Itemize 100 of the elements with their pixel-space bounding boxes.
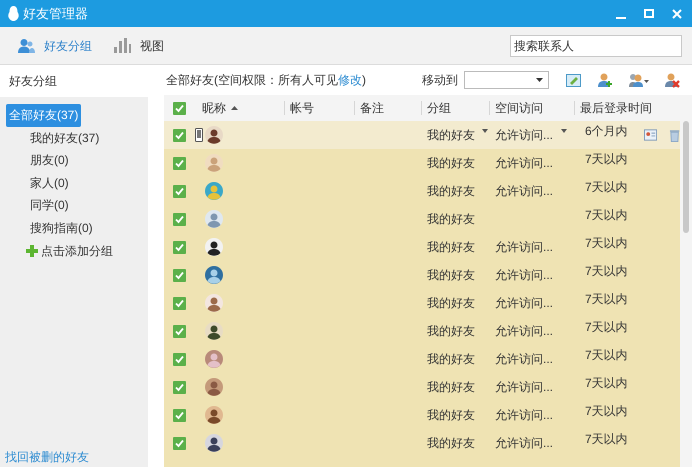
close-icon[interactable] <box>672 8 682 18</box>
table-cell-text: 7天以内 <box>585 263 628 280</box>
table-cell-text: 允许访问... <box>495 127 554 144</box>
group-item[interactable]: 同学(0) <box>30 194 69 216</box>
table-cell-text: 允许访问... <box>495 295 554 312</box>
table-cell-text: 我的好友 <box>427 155 475 172</box>
table-cell-text: 我的好友 <box>427 379 475 396</box>
table-cell-text: 7天以内 <box>585 431 628 448</box>
checkbox[interactable] <box>172 156 186 170</box>
table-cell-text: 我的好友 <box>427 435 475 452</box>
checkbox[interactable] <box>172 296 186 310</box>
add-group-link[interactable]: 点击添加分组 <box>41 242 113 260</box>
column-header[interactable]: 备注 <box>360 99 384 117</box>
scrollbar-thumb[interactable] <box>683 121 689 233</box>
avatar <box>205 238 223 256</box>
table-cell-text: 我的好友 <box>427 323 475 340</box>
avatar <box>205 126 223 144</box>
table-cell-text: 我的好友 <box>427 127 475 144</box>
contacts-menu-icon[interactable] <box>628 72 649 88</box>
toolbar-tab[interactable]: 好友分组 <box>18 36 92 54</box>
group-item[interactable]: 朋友(0) <box>30 149 69 172</box>
table-cell-text: 7天以内 <box>585 403 628 420</box>
table-cell-text: 允许访问... <box>495 323 554 340</box>
table-cell-text: 7天以内 <box>585 179 628 196</box>
edit-link[interactable]: 修改 <box>338 73 362 87</box>
checkbox[interactable] <box>172 436 186 450</box>
checkbox[interactable] <box>172 184 186 198</box>
table-cell-text: 允许访问... <box>495 183 554 200</box>
caret-icon <box>536 78 543 82</box>
avatar <box>205 434 223 452</box>
table-cell-text: 7天以内 <box>585 319 628 336</box>
scrollbar[interactable] <box>680 95 692 467</box>
checkbox[interactable] <box>172 102 186 114</box>
group-item[interactable]: 我的好友(37) <box>30 126 100 149</box>
column-header[interactable]: 空间访问 <box>495 99 543 117</box>
checkbox[interactable] <box>172 324 186 338</box>
group-item[interactable]: 搜狗指南(0) <box>30 216 93 239</box>
contact-card-icon[interactable] <box>644 129 657 141</box>
move-to-dropdown[interactable] <box>464 71 549 89</box>
move-to-label: 移动到 <box>422 72 458 89</box>
remove-contact-icon[interactable] <box>665 72 680 88</box>
table-cell-text: 我的好友 <box>427 239 475 256</box>
table-cell-text: 我的好友 <box>427 407 475 424</box>
table-cell-text: 允许访问... <box>495 407 554 424</box>
search-field[interactable]: 搜索联系人 <box>510 34 682 56</box>
avatar <box>205 350 223 368</box>
maximize-icon[interactable] <box>644 9 654 18</box>
column-header[interactable]: 分组 <box>427 99 451 117</box>
permission-summary: 全部好友(空间权限：所有人可见修改) <box>166 72 366 89</box>
avatar <box>205 154 223 172</box>
contacts-icon <box>18 38 35 53</box>
caret-icon[interactable] <box>561 129 568 133</box>
window-title: 好友管理器 <box>23 4 88 23</box>
avatar <box>205 294 223 312</box>
table-cell-text: 7天以内 <box>585 291 628 308</box>
checkbox[interactable] <box>172 212 186 226</box>
table-cell-text: 允许访问... <box>495 267 554 284</box>
table-cell-text: 7天以内 <box>585 207 628 224</box>
trash-icon[interactable] <box>668 128 680 142</box>
column-header[interactable]: 昵称 <box>202 99 238 117</box>
column-header[interactable]: 最后登录时间 <box>580 99 652 117</box>
checkbox[interactable] <box>172 408 186 422</box>
checkbox[interactable] <box>172 268 186 282</box>
table-cell-text: 我的好友 <box>427 267 475 284</box>
penguin-icon <box>8 6 19 21</box>
avatar <box>205 182 223 200</box>
table-cell-text: 6个月内 <box>585 123 628 140</box>
table-cell-text: 7天以内 <box>585 235 628 252</box>
table-cell-text: 我的好友 <box>427 295 475 312</box>
edit-card-icon[interactable] <box>566 74 581 86</box>
table-cell-text: 允许访问... <box>495 239 554 256</box>
table-cell-text: 允许访问... <box>495 379 554 396</box>
table-row[interactable]: 我的好友 允许访问... 6个月内 <box>164 121 680 149</box>
add-contact-icon[interactable] <box>598 72 613 88</box>
column-header[interactable]: 帐号 <box>290 99 314 117</box>
toolbar-tab[interactable]: 视图 <box>114 36 164 54</box>
checkbox[interactable] <box>172 128 186 142</box>
table-cell-text: 允许访问... <box>495 155 554 172</box>
group-item[interactable]: 家人(0) <box>30 172 69 194</box>
checkbox[interactable] <box>172 380 186 394</box>
avatar <box>205 210 223 228</box>
table-cell-text: 允许访问... <box>495 435 554 452</box>
bar-chart-icon <box>114 38 131 53</box>
checkbox[interactable] <box>172 352 186 366</box>
caret-icon[interactable] <box>482 129 488 133</box>
avatar <box>205 378 223 396</box>
table-cell-text: 我的好友 <box>427 351 475 368</box>
table-cell-text: 7天以内 <box>585 347 628 364</box>
checkbox[interactable] <box>172 240 186 254</box>
table-cell-text: 7天以内 <box>585 375 628 392</box>
avatar <box>205 406 223 424</box>
table-cell-text: 我的好友 <box>427 183 475 200</box>
table-cell-text: 允许访问... <box>495 351 554 368</box>
avatar <box>205 266 223 284</box>
sidebar-title: 好友分组 <box>0 65 148 97</box>
table-cell-text: 我的好友 <box>427 211 475 228</box>
plus-icon <box>26 245 38 257</box>
sort-arrow-icon <box>231 106 238 110</box>
avatar <box>205 322 223 340</box>
table-cell-text: 7天以内 <box>585 151 628 168</box>
